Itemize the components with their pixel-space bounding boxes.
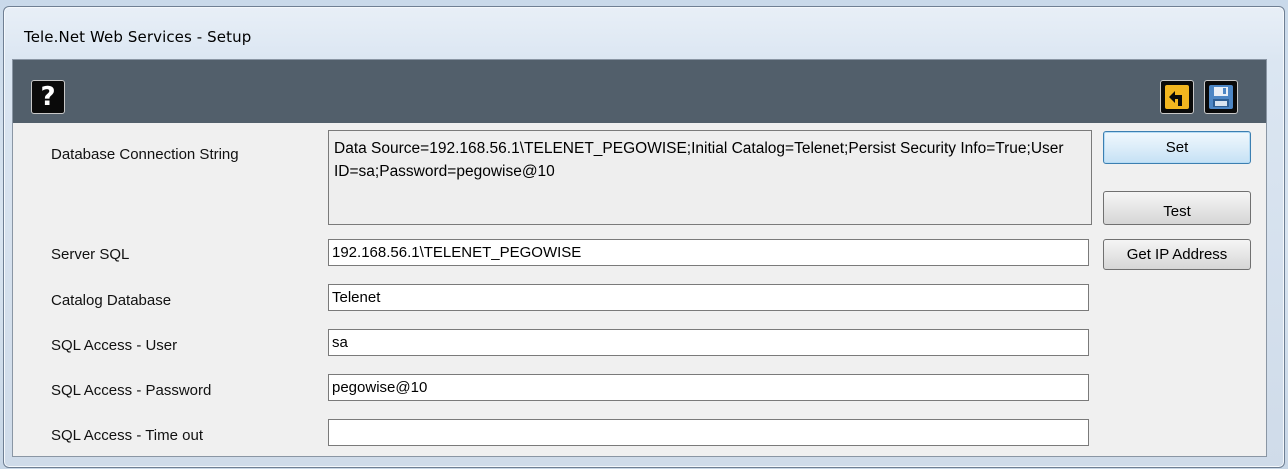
undo-icon[interactable] xyxy=(1160,80,1194,114)
server-sql-input[interactable] xyxy=(328,239,1089,266)
sql-user-label: SQL Access - User xyxy=(51,337,178,354)
connection-string-field[interactable]: Data Source=192.168.56.1\TELENET_PEGOWIS… xyxy=(328,130,1092,225)
save-icon[interactable] xyxy=(1204,80,1238,114)
sql-timeout-label: SQL Access - Time out xyxy=(51,427,203,444)
set-button[interactable]: Set xyxy=(1103,131,1251,164)
server-sql-label: Server SQL xyxy=(51,246,130,263)
connection-string-label: Database Connection String xyxy=(51,146,239,163)
sql-password-label: SQL Access - Password xyxy=(51,382,212,399)
help-icon[interactable]: ? xyxy=(31,80,65,114)
window-title: Tele.Net Web Services - Setup xyxy=(24,28,252,46)
catalog-database-input[interactable] xyxy=(328,284,1089,311)
toolbar: ? xyxy=(13,60,1266,123)
title-bar[interactable]: Tele.Net Web Services - Setup xyxy=(4,7,1284,55)
sql-password-input[interactable] xyxy=(328,374,1089,401)
sql-user-input[interactable] xyxy=(328,329,1089,356)
setup-window: Tele.Net Web Services - Setup ? Database… xyxy=(3,6,1285,468)
undo-arrow-icon xyxy=(1165,85,1189,109)
client-area: ? Database Connection String Data Source… xyxy=(12,59,1267,457)
floppy-disk-save-icon xyxy=(1209,85,1233,109)
get-ip-address-button[interactable]: Get IP Address xyxy=(1103,239,1251,270)
sql-timeout-input[interactable] xyxy=(328,419,1089,446)
catalog-database-label: Catalog Database xyxy=(51,292,172,309)
test-button[interactable]: Test xyxy=(1103,191,1251,225)
